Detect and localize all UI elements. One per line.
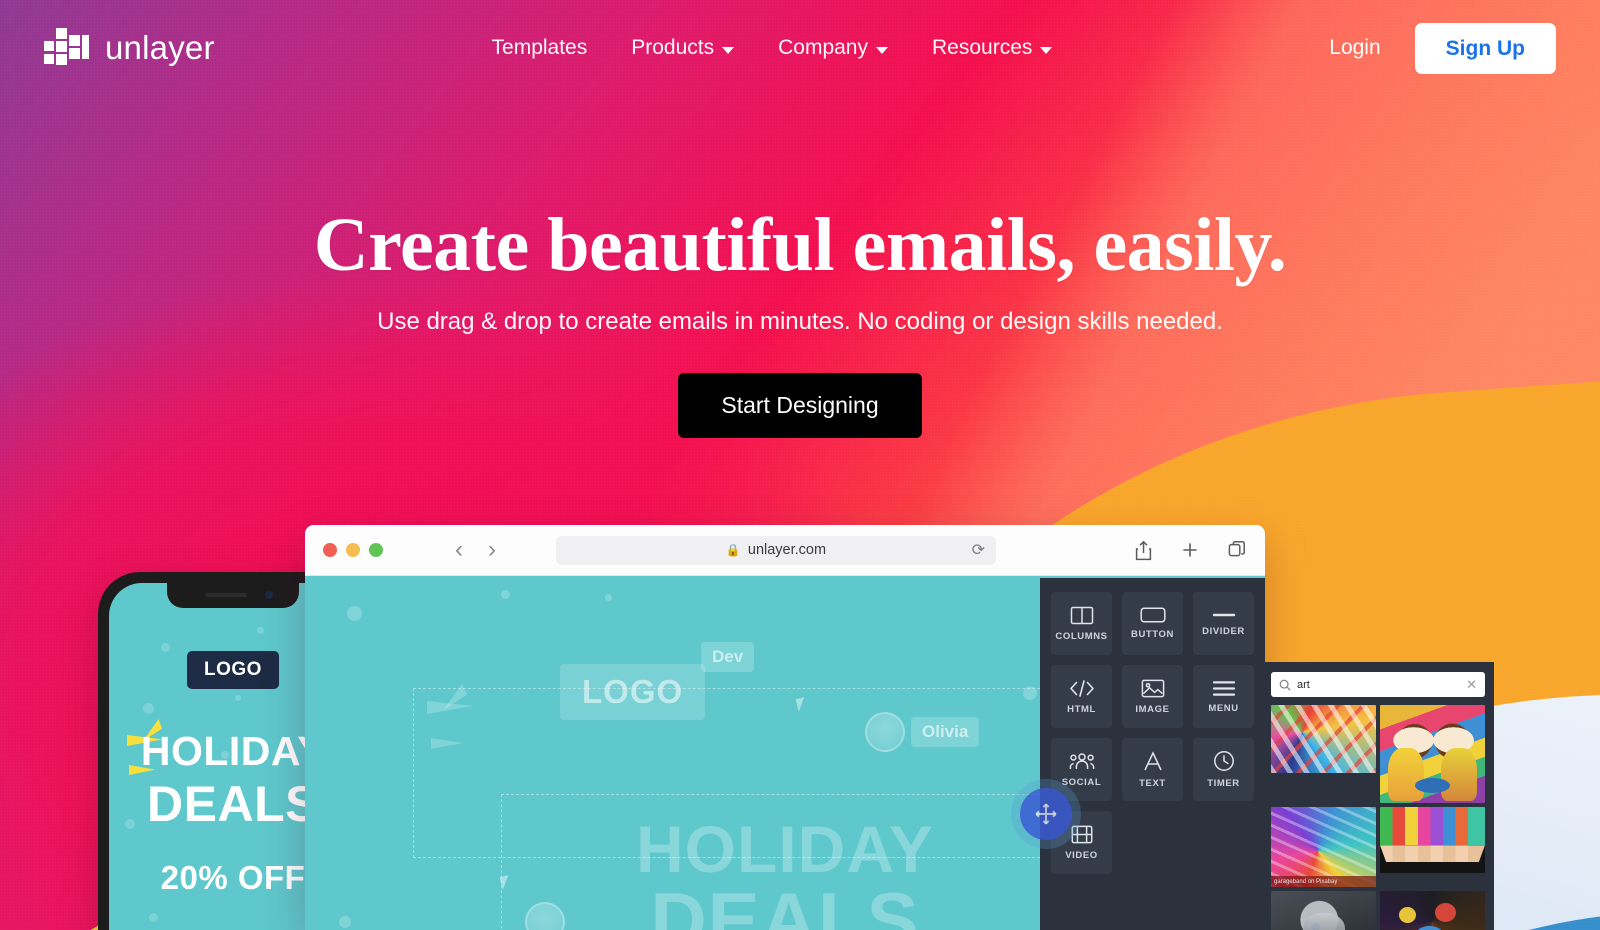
tool-menu[interactable]: MENU bbox=[1193, 665, 1254, 728]
tool-columns[interactable]: COLUMNS bbox=[1051, 592, 1112, 655]
tool-label: IMAGE bbox=[1135, 703, 1170, 715]
tool-label: TEXT bbox=[1139, 777, 1166, 789]
tool-divider[interactable]: DIVIDER bbox=[1193, 592, 1254, 655]
menu-icon bbox=[1212, 680, 1235, 696]
tool-html[interactable]: HTML bbox=[1051, 665, 1112, 728]
image-thumbnail[interactable] bbox=[1380, 807, 1485, 873]
timer-icon bbox=[1213, 751, 1234, 771]
image-thumbnail[interactable] bbox=[1380, 891, 1485, 930]
tool-label: BUTTON bbox=[1130, 629, 1174, 640]
image-search-bar[interactable]: ✕ bbox=[1271, 672, 1485, 697]
tool-label: HTML bbox=[1067, 703, 1096, 715]
nav-label: Company bbox=[778, 36, 868, 59]
brand-name: unlayer bbox=[105, 29, 215, 66]
speaker-icon bbox=[205, 593, 247, 597]
chevron-down-icon bbox=[876, 46, 888, 54]
hero-subtitle: Use drag & drop to create emails in minu… bbox=[377, 307, 1223, 335]
chevron-down-icon bbox=[1040, 46, 1053, 54]
collaborator-cursor-extra bbox=[499, 875, 512, 890]
nav-label: Products bbox=[631, 36, 715, 59]
tool-label: SOCIAL bbox=[1061, 776, 1102, 788]
hero-title: Create beautiful emails, easily. bbox=[313, 203, 1287, 287]
columns-icon bbox=[1070, 606, 1093, 624]
nav-label: Resources bbox=[932, 36, 1033, 59]
drag-move-handle[interactable] bbox=[1020, 788, 1072, 840]
tool-button[interactable]: BUTTON bbox=[1122, 592, 1183, 655]
browser-navigation: ‹ › bbox=[455, 538, 496, 562]
tool-label: DIVIDER bbox=[1202, 626, 1245, 637]
image-search-panel: ✕ garageband on Pixabay bbox=[1262, 662, 1494, 930]
browser-actions bbox=[1086, 540, 1247, 561]
image-thumbnail[interactable]: garageband on Pixabay bbox=[1271, 807, 1376, 887]
main-navigation: Templates Products Company Resources bbox=[492, 36, 1053, 60]
editor-tool-panel: COLUMNS BUTTON DIVIDER HTML IMAGE MENU S… bbox=[1040, 578, 1265, 930]
collaborator-badge-olivia: Olivia bbox=[865, 712, 980, 752]
close-window-button[interactable] bbox=[323, 543, 337, 557]
cursor-icon bbox=[795, 697, 808, 712]
image-icon bbox=[1141, 679, 1164, 697]
image-thumbnail[interactable] bbox=[1271, 705, 1376, 773]
share-icon[interactable] bbox=[1134, 540, 1153, 561]
divider-icon bbox=[1212, 613, 1235, 617]
image-thumbnail[interactable] bbox=[1380, 705, 1485, 803]
reload-icon[interactable]: ⟳ bbox=[972, 540, 985, 560]
search-icon bbox=[1279, 679, 1291, 691]
traffic-lights bbox=[323, 543, 383, 557]
url-text: unlayer.com bbox=[747, 542, 827, 558]
tool-text[interactable]: TEXT bbox=[1122, 738, 1183, 801]
chevron-right-icon[interactable]: › bbox=[488, 538, 496, 562]
text-icon bbox=[1143, 750, 1162, 770]
cursor-icon bbox=[499, 875, 512, 890]
tool-label: COLUMNS bbox=[1055, 630, 1108, 642]
url-bar[interactable]: 🔒 unlayer.com ⟳ bbox=[556, 535, 996, 565]
collaborator-name: Dev bbox=[701, 642, 755, 672]
new-tab-icon[interactable] bbox=[1180, 540, 1200, 560]
pixel-grid-logo-icon bbox=[44, 26, 92, 70]
lock-icon: 🔒 bbox=[725, 543, 741, 557]
image-results-grid: garageband on Pixabay bbox=[1271, 705, 1485, 930]
avatar bbox=[525, 902, 565, 930]
camera-icon bbox=[265, 591, 273, 599]
nav-label: Templates bbox=[491, 36, 588, 59]
tool-timer[interactable]: TIMER bbox=[1193, 738, 1254, 801]
move-icon bbox=[1035, 803, 1057, 825]
nav-item-templates[interactable]: Templates bbox=[492, 36, 588, 60]
phone-logo-badge: LOGO bbox=[187, 651, 279, 689]
collaborator-cursor-dev bbox=[795, 697, 808, 712]
start-designing-button[interactable]: Start Designing bbox=[678, 372, 922, 438]
brand-logo[interactable]: unlayer bbox=[44, 26, 215, 70]
auth-actions: Login Sign Up bbox=[1329, 22, 1556, 74]
video-icon bbox=[1071, 825, 1092, 843]
tabs-icon[interactable] bbox=[1227, 540, 1247, 560]
image-thumbnail[interactable] bbox=[1271, 891, 1376, 930]
collaborator-badge-dev: Dev bbox=[701, 642, 755, 672]
chevron-down-icon bbox=[722, 46, 735, 54]
nav-item-company[interactable]: Company bbox=[778, 36, 888, 60]
close-icon[interactable]: ✕ bbox=[1466, 678, 1477, 691]
tool-label: MENU bbox=[1208, 702, 1239, 714]
code-icon bbox=[1069, 679, 1094, 697]
collaborator-avatar-extra bbox=[525, 902, 565, 930]
nav-item-resources[interactable]: Resources bbox=[932, 36, 1053, 60]
collaborator-name: Olivia bbox=[911, 717, 980, 747]
phone-notch bbox=[167, 583, 299, 608]
button-icon bbox=[1139, 607, 1166, 623]
zoom-window-button[interactable] bbox=[369, 543, 383, 557]
tool-label: TIMER bbox=[1207, 778, 1240, 789]
chevron-left-icon[interactable]: ‹ bbox=[455, 538, 463, 562]
avatar bbox=[865, 712, 905, 752]
tool-label: VIDEO bbox=[1065, 849, 1098, 861]
social-icon bbox=[1069, 752, 1094, 769]
browser-toolbar: ‹ › 🔒 unlayer.com ⟳ bbox=[305, 525, 1265, 576]
canvas-logo-badge[interactable]: LOGO bbox=[560, 664, 706, 720]
site-header: unlayer Templates Products Company Resou… bbox=[0, 0, 1600, 96]
nav-item-products[interactable]: Products bbox=[631, 36, 735, 60]
image-credit: garageband on Pixabay bbox=[1271, 876, 1376, 887]
image-search-input[interactable] bbox=[1297, 678, 1461, 691]
signup-button[interactable]: Sign Up bbox=[1414, 22, 1556, 74]
minimize-window-button[interactable] bbox=[346, 543, 360, 557]
login-link[interactable]: Login bbox=[1329, 36, 1380, 60]
tool-image[interactable]: IMAGE bbox=[1122, 665, 1183, 728]
